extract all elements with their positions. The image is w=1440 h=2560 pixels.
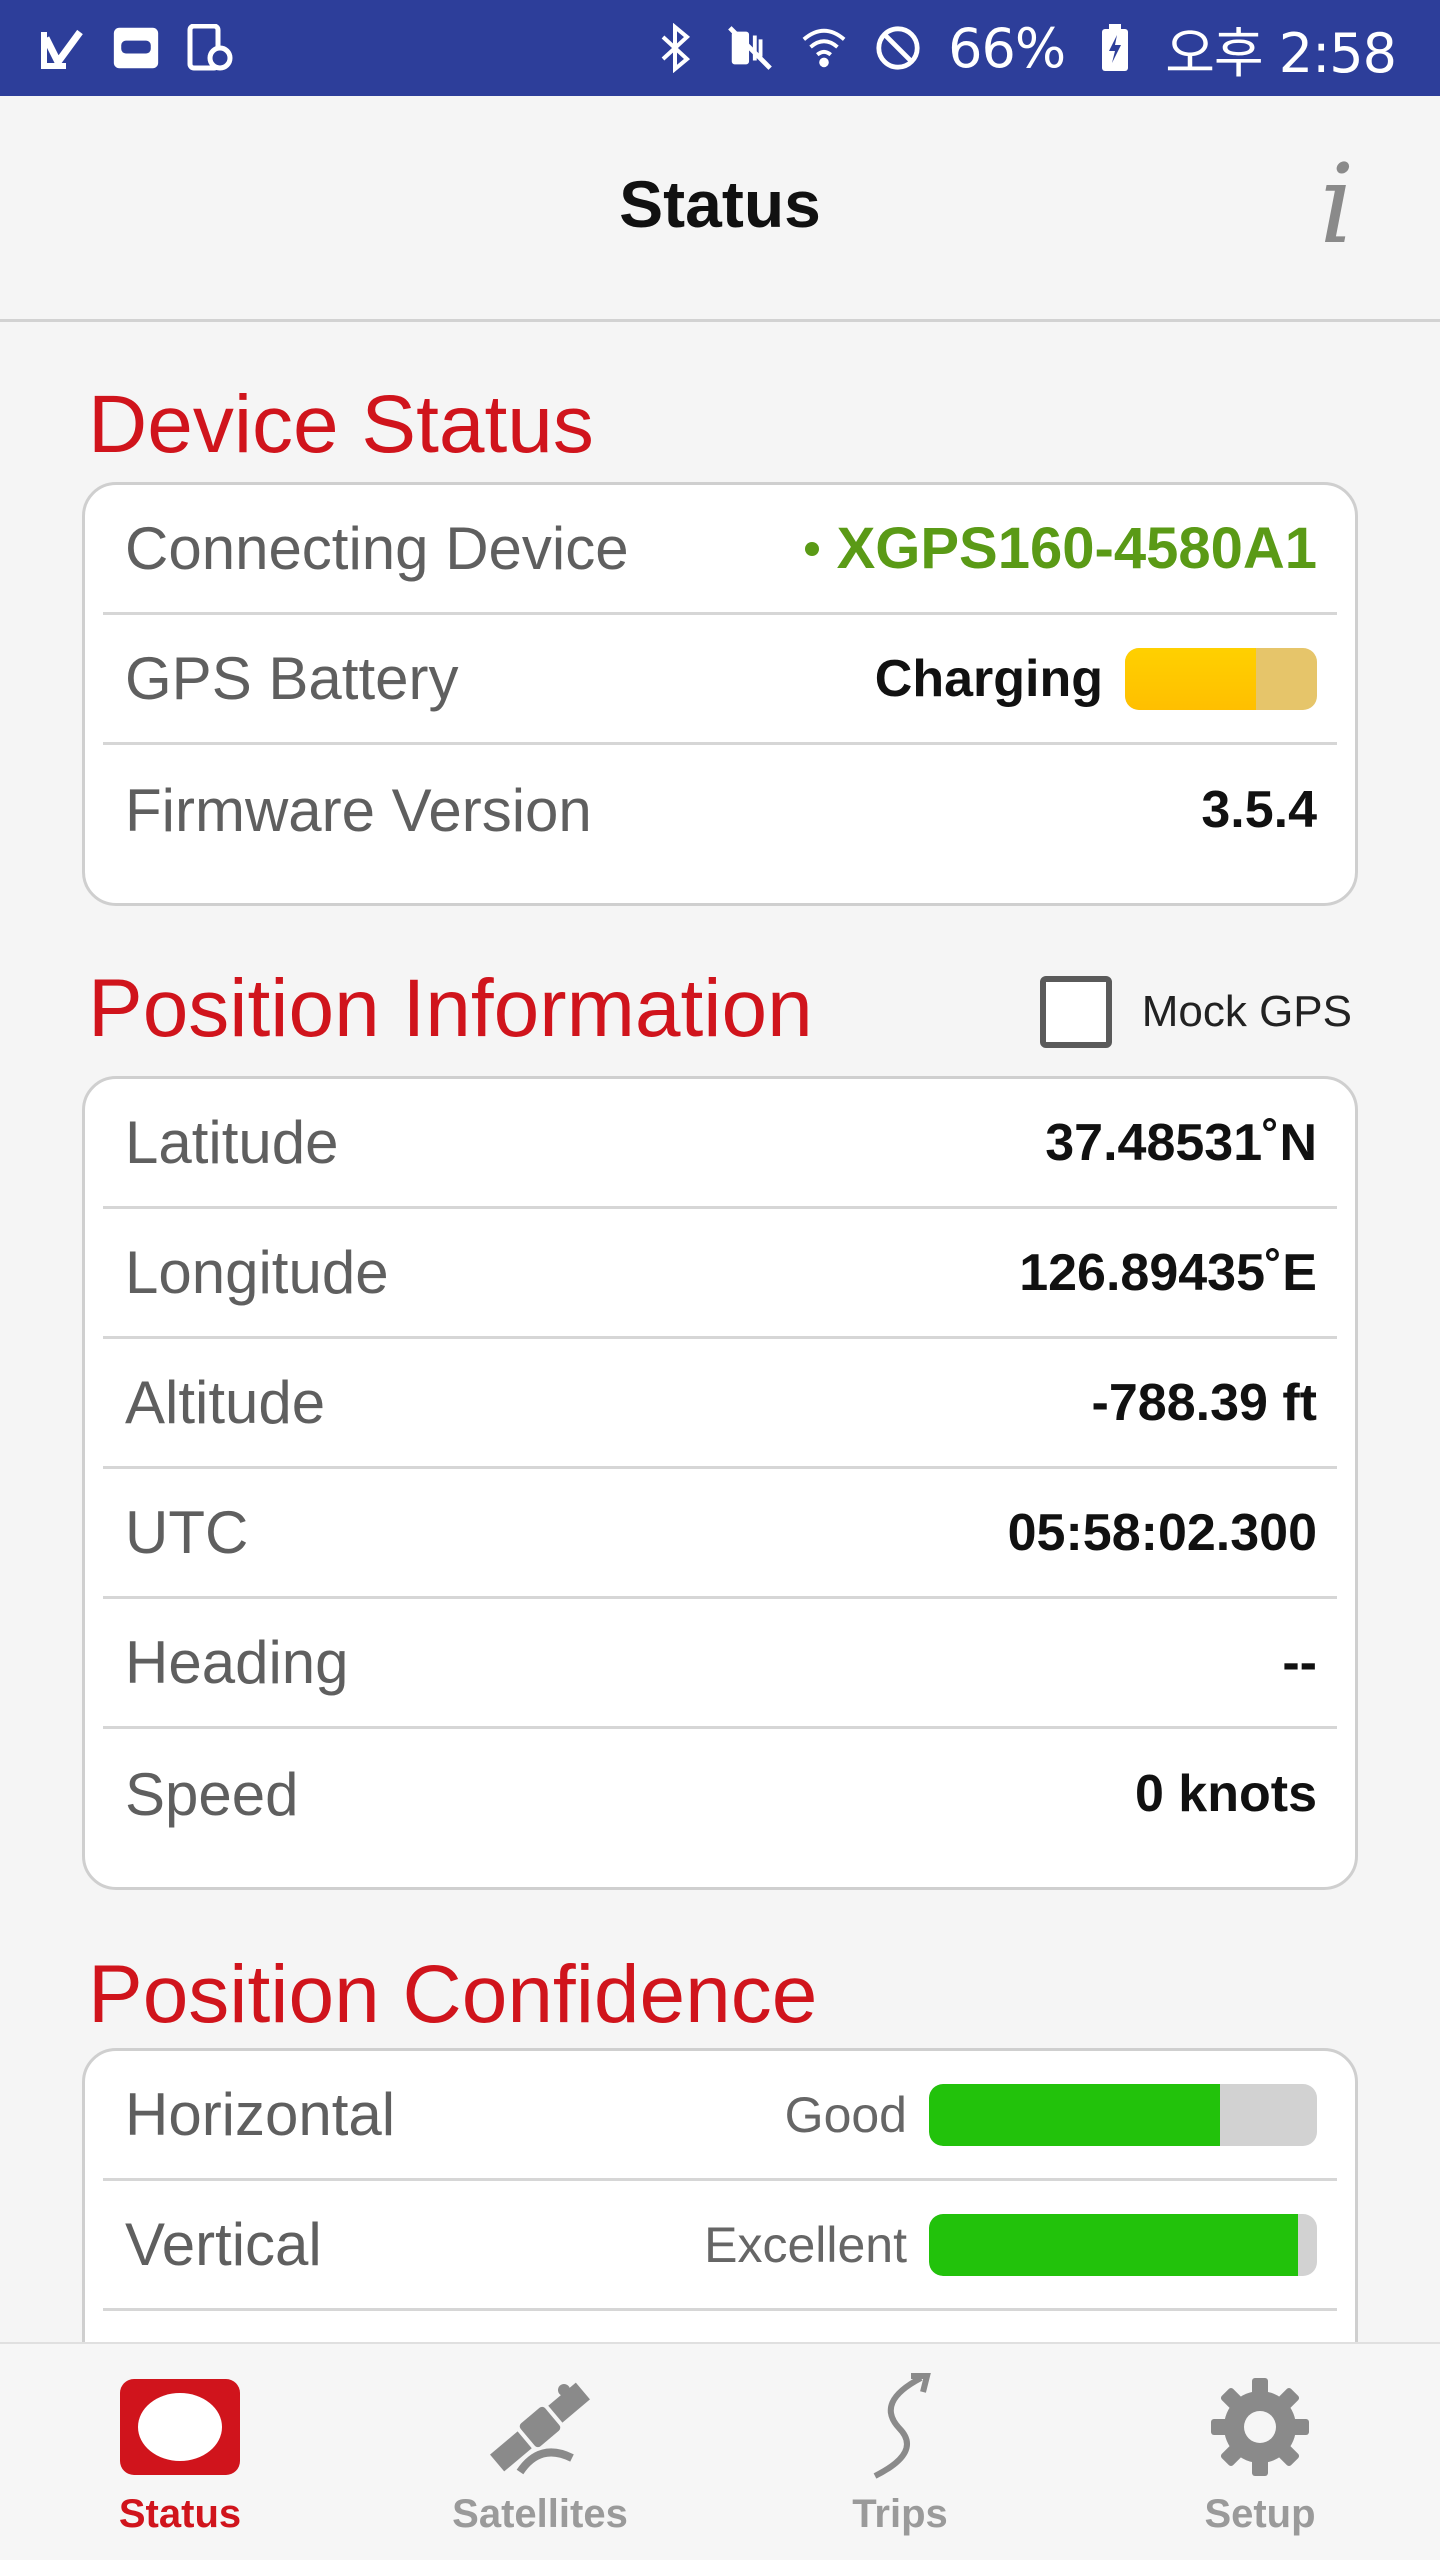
- position-confidence-title: Position Confidence: [88, 1949, 818, 2040]
- row-label: Latitude: [125, 1109, 339, 1176]
- satellite-icon: [475, 2372, 605, 2482]
- speed-value: 0 knots: [1134, 1765, 1317, 1823]
- battery-charging-icon: [1091, 24, 1139, 72]
- gear-icon: [1195, 2372, 1325, 2482]
- device-name: XGPS160-4580A1: [804, 515, 1317, 582]
- row-label: Vertical: [125, 2211, 322, 2278]
- bottom-navigation: Status Satellites Trips Setup: [0, 2342, 1440, 2560]
- battery-percent: 66%: [948, 16, 1066, 80]
- altitude-row: Altitude -788.39 ft: [103, 1339, 1337, 1469]
- row-label: Heading: [125, 1629, 349, 1696]
- vertical-confidence-bar: [929, 2213, 1317, 2276]
- horizontal-confidence-bar: [929, 2083, 1317, 2146]
- mock-gps-label: Mock GPS: [1141, 987, 1352, 1036]
- horizontal-rating: Good: [784, 2086, 907, 2143]
- utc-row: UTC 05:58:02.300: [103, 1469, 1337, 1599]
- battery-level-fill: [1125, 647, 1256, 710]
- altitude-value: -788.39 ft: [1091, 1373, 1317, 1432]
- connecting-device-row: Connecting Device XGPS160-4580A1: [103, 485, 1337, 615]
- device-icon: [186, 24, 234, 72]
- clock: 오후 2:58: [1165, 21, 1397, 85]
- tab-status[interactable]: Status: [0, 2344, 360, 2560]
- longitude-row: Longitude 126.89435˚E: [103, 1209, 1337, 1339]
- position-info-title: Position Information: [88, 963, 813, 1054]
- row-label: Firmware Version: [125, 776, 592, 844]
- row-label: GPS Battery: [125, 645, 459, 712]
- info-button[interactable]: i: [1282, 140, 1392, 268]
- system-status-bar: 66% 오후 2:58: [0, 0, 1440, 96]
- mock-gps-checkbox[interactable]: [1039, 976, 1112, 1048]
- row-label: Altitude: [125, 1369, 326, 1436]
- mute-icon: [726, 24, 774, 72]
- tab-label: Setup: [1204, 2492, 1316, 2536]
- dnd-icon: [874, 24, 922, 72]
- heading-row: Heading --: [103, 1599, 1337, 1729]
- bluetooth-icon: [652, 23, 700, 73]
- device-name-text: XGPS160-4580A1: [836, 516, 1317, 581]
- tab-satellites[interactable]: Satellites: [360, 2344, 720, 2560]
- vertical-row: Vertical Excellent: [103, 2181, 1337, 2311]
- check-icon: [38, 24, 86, 72]
- gps-battery-row: GPS Battery Charging: [103, 615, 1337, 745]
- latitude-row: Latitude 37.48531˚N: [103, 1079, 1337, 1209]
- speed-row: Speed 0 knots: [103, 1729, 1337, 1859]
- battery-status: Charging: [874, 649, 1103, 708]
- tab-trips[interactable]: Trips: [720, 2344, 1080, 2560]
- device-status-card: Connecting Device XGPS160-4580A1 GPS Bat…: [82, 482, 1358, 906]
- vr-icon: [112, 24, 160, 72]
- firmware-version: 3.5.4: [1201, 781, 1317, 839]
- device-status-title: Device Status: [88, 379, 594, 470]
- latitude-value: 37.48531˚N: [1045, 1113, 1317, 1172]
- vertical-confidence-fill: [929, 2213, 1298, 2276]
- tab-setup[interactable]: Setup: [1080, 2344, 1440, 2560]
- row-label: Connecting Device: [125, 515, 629, 582]
- horizontal-confidence-fill: [929, 2083, 1220, 2146]
- page-title: Status: [619, 167, 821, 241]
- tab-label: Trips: [852, 2492, 948, 2536]
- row-label: Speed: [125, 1760, 299, 1828]
- heading-value: --: [1282, 1633, 1317, 1692]
- horizontal-row: Horizontal Good: [103, 2051, 1337, 2181]
- tab-label: Status: [118, 2492, 242, 2536]
- status-icon: [115, 2372, 245, 2482]
- trips-icon: [835, 2372, 965, 2482]
- app-header: Status i: [0, 96, 1440, 322]
- utc-value: 05:58:02.300: [1007, 1503, 1317, 1562]
- row-label: UTC: [125, 1499, 249, 1566]
- position-info-card: Latitude 37.48531˚N Longitude 126.89435˚…: [82, 1076, 1358, 1890]
- row-label: Longitude: [125, 1239, 389, 1306]
- battery-level-bar: [1125, 647, 1317, 710]
- wifi-icon: [800, 24, 848, 72]
- firmware-row: Firmware Version 3.5.4: [103, 745, 1337, 875]
- mock-gps-toggle[interactable]: Mock GPS: [1039, 976, 1352, 1048]
- tab-label: Satellites: [452, 2492, 628, 2536]
- row-label: Horizontal: [125, 2081, 396, 2148]
- connected-dot-icon: [804, 541, 819, 556]
- vertical-rating: Excellent: [704, 2216, 907, 2273]
- longitude-value: 126.89435˚E: [1019, 1243, 1317, 1302]
